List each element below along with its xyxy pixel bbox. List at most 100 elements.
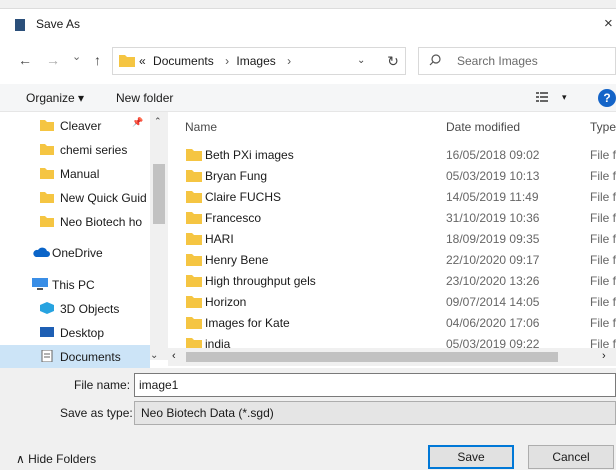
scroll-right-icon[interactable]: ›: [602, 350, 606, 362]
help-icon[interactable]: ?: [598, 89, 616, 107]
scrollbar-thumb[interactable]: [186, 352, 558, 362]
file-type: File f: [590, 274, 616, 288]
cancel-button[interactable]: Cancel: [528, 445, 614, 469]
search-icon: [429, 54, 441, 66]
save-as-type-value: Neo Biotech Data (*.sgd): [141, 406, 274, 420]
scroll-up-icon[interactable]: ⌃: [154, 116, 162, 127]
list-item[interactable]: Francesco 31/10/2019 10:36 File f: [168, 208, 616, 229]
sidebar-scrollbar[interactable]: ⌃: [150, 112, 168, 360]
list-item[interactable]: Images for Kate 04/06/2020 17:06 File f: [168, 313, 616, 334]
up-arrow-icon[interactable]: ↑: [94, 52, 101, 68]
breadcrumb-separator-icon[interactable]: ›: [225, 54, 229, 68]
file-type: File f: [590, 148, 616, 162]
file-type: File f: [590, 316, 616, 330]
sidebar-item-label: Neo Biotech ho: [60, 215, 143, 229]
app-icon: [15, 19, 25, 31]
sidebar-item-new-quick-guide[interactable]: New Quick Guid: [0, 186, 150, 210]
view-dropdown-icon[interactable]: ▾: [562, 92, 567, 103]
list-item[interactable]: Beth PXi images 16/05/2018 09:02 File f: [168, 145, 616, 166]
breadcrumb-documents[interactable]: Documents: [153, 54, 214, 68]
scrollbar-thumb[interactable]: [153, 164, 165, 224]
folder-icon: [40, 216, 54, 227]
list-item[interactable]: Bryan Fung 05/03/2019 10:13 File f: [168, 166, 616, 187]
sidebar-item-manual[interactable]: Manual: [0, 162, 150, 186]
search-box[interactable]: Search Images: [418, 47, 616, 75]
breadcrumb-separator-icon[interactable]: ›: [287, 54, 291, 68]
list-item[interactable]: Horizon 09/07/2014 14:05 File f: [168, 292, 616, 313]
list-item[interactable]: Henry Bene 22/10/2020 09:17 File f: [168, 250, 616, 271]
list-item[interactable]: High throughput gels 23/10/2020 13:26 Fi…: [168, 271, 616, 292]
sidebar-item-label: Documents: [60, 350, 121, 364]
file-type: File f: [590, 190, 616, 204]
documents-icon: [41, 350, 53, 362]
file-name: Horizon: [205, 295, 247, 309]
file-date: 23/10/2020 13:26: [446, 274, 540, 288]
sidebar-item-3d-objects[interactable]: 3D Objects: [0, 297, 150, 321]
file-name: Claire FUCHS: [205, 190, 282, 204]
file-type: File f: [590, 253, 616, 267]
folder-icon: [186, 254, 202, 266]
refresh-icon[interactable]: ↻: [380, 50, 406, 72]
new-folder-button[interactable]: New folder: [116, 91, 173, 105]
file-name-value: image1: [139, 378, 179, 392]
organize-menu[interactable]: Organize ▾: [26, 91, 84, 105]
file-date: 14/05/2019 11:49: [446, 190, 539, 204]
forward-arrow-icon[interactable]: →: [46, 52, 60, 68]
folder-icon: [40, 144, 54, 155]
save-button[interactable]: Save: [428, 445, 514, 469]
sidebar-item-onedrive[interactable]: OneDrive: [0, 241, 150, 265]
close-icon[interactable]: ×: [604, 15, 613, 32]
column-header-type[interactable]: Type: [590, 120, 616, 134]
folder-icon: [119, 55, 135, 67]
file-name: High throughput gels: [205, 274, 316, 288]
sidebar-item-cleaver[interactable]: Cleaver: [0, 114, 150, 138]
cube-icon: [40, 302, 54, 314]
file-name: Images for Kate: [205, 316, 290, 330]
breadcrumb-images[interactable]: Images: [236, 54, 275, 68]
file-date: 18/09/2019 09:35: [446, 232, 540, 246]
horizontal-scrollbar[interactable]: ‹ ›: [168, 348, 616, 366]
file-date: 16/05/2018 09:02: [446, 148, 540, 162]
search-placeholder: Search Images: [457, 54, 538, 68]
folder-icon: [40, 120, 54, 131]
sidebar-item-desktop[interactable]: Desktop: [0, 321, 150, 345]
sidebar-item-label: Manual: [60, 167, 100, 181]
view-options-icon[interactable]: [536, 92, 548, 102]
address-bar[interactable]: « Documents › Images › ⌄: [112, 47, 406, 75]
list-item[interactable]: Claire FUCHS 14/05/2019 11:49 File f: [168, 187, 616, 208]
column-header-name[interactable]: Name: [185, 120, 217, 134]
address-dropdown-icon[interactable]: ⌄: [357, 55, 365, 66]
sidebar-item-this-pc[interactable]: This PC: [0, 273, 150, 297]
breadcrumb-overflow[interactable]: «: [139, 54, 146, 68]
hide-folders-button[interactable]: ∧ Hide Folders: [16, 452, 96, 466]
sidebar-item-label: OneDrive: [52, 246, 103, 260]
sidebar-item-chemi-series[interactable]: chemi series: [0, 138, 150, 162]
sidebar-item-label: Cleaver: [60, 119, 102, 133]
list-item[interactable]: HARI 18/09/2019 09:35 File f: [168, 229, 616, 250]
navigation-pane: Cleaver chemi series Manual New Quick Gu…: [0, 112, 168, 368]
file-type: File f: [590, 232, 616, 246]
back-arrow-icon[interactable]: ←: [18, 52, 32, 68]
folder-icon: [186, 317, 202, 329]
folder-icon: [186, 191, 202, 203]
breadcrumb: « Documents › Images ›: [139, 54, 295, 68]
column-header-date[interactable]: Date modified: [446, 120, 520, 134]
file-date: 22/10/2020 09:17: [446, 253, 540, 267]
file-name-input[interactable]: image1: [134, 373, 616, 397]
pin-icon[interactable]: 📌: [132, 117, 143, 128]
recent-locations-icon[interactable]: ⌄: [72, 50, 81, 63]
pc-icon: [32, 278, 48, 290]
scroll-down-icon[interactable]: ⌄: [150, 350, 158, 361]
sidebar-item-label: This PC: [52, 278, 95, 292]
command-toolbar: Organize ▾ New folder ▾ ?: [0, 84, 616, 112]
folder-icon: [40, 192, 54, 203]
window-title: Save As: [36, 17, 81, 31]
folder-icon: [186, 296, 202, 308]
sidebar-item-documents[interactable]: Documents: [0, 345, 150, 368]
file-type: File f: [590, 169, 616, 183]
save-as-type-select[interactable]: Neo Biotech Data (*.sgd): [134, 401, 616, 425]
sidebar-item-neo-biotech[interactable]: Neo Biotech ho: [0, 210, 150, 234]
folder-icon: [186, 212, 202, 224]
sidebar-item-label: Desktop: [60, 326, 105, 340]
scroll-left-icon[interactable]: ‹: [172, 350, 176, 362]
